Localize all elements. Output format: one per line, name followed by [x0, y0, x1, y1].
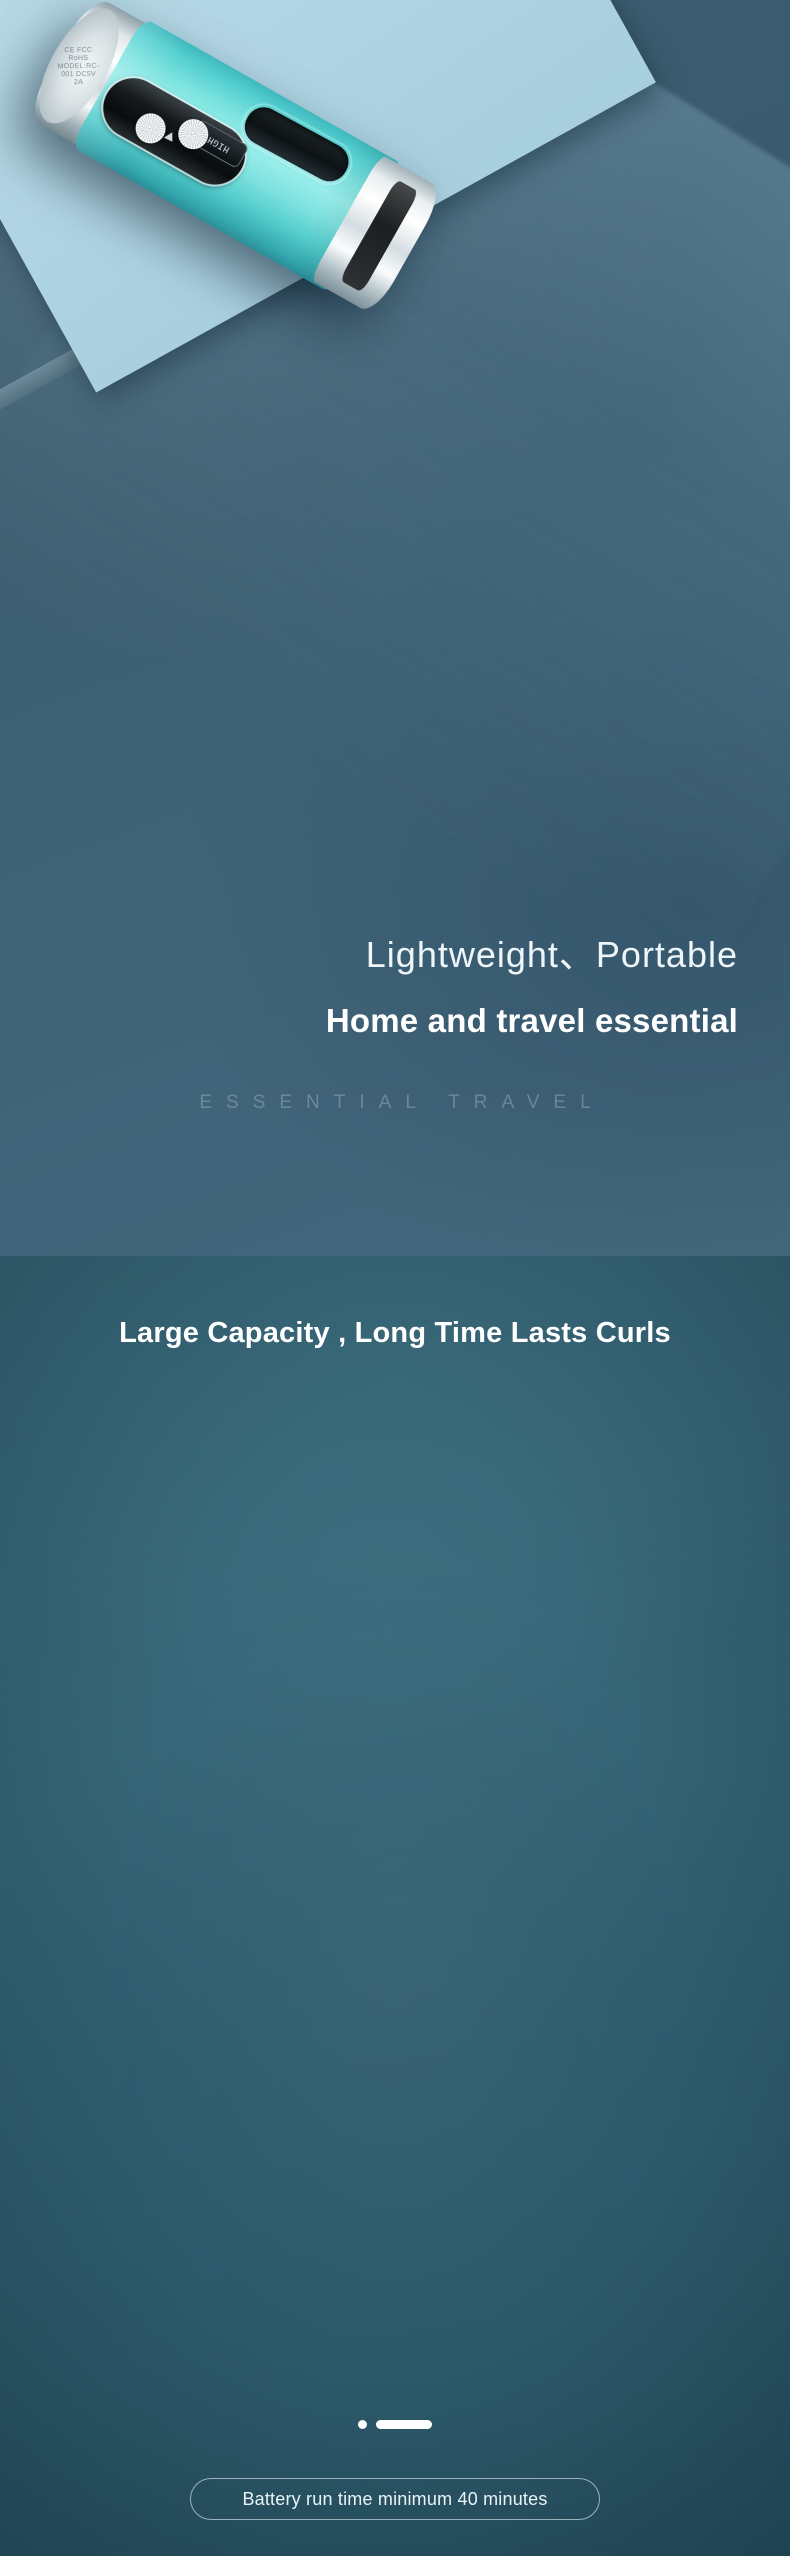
panel2-vignette-decor	[0, 1256, 790, 2556]
product-detail-page: CE FCC RoHS MODEL:RC-001 DC5V 2A HIGH Li…	[0, 0, 790, 2556]
hero-panel: CE FCC RoHS MODEL:RC-001 DC5V 2A HIGH Li…	[0, 0, 790, 1256]
dot-bar-divider	[0, 2420, 790, 2429]
device-base-print: CE FCC RoHS MODEL:RC-001 DC5V 2A	[57, 46, 100, 87]
battery-panel: Large Capacity , Long Time Lasts Curls B…	[0, 1256, 790, 2556]
hero-text-block: Lightweight、Portable Home and travel ess…	[0, 935, 790, 1114]
battery-heading: Large Capacity , Long Time Lasts Curls	[119, 1317, 671, 1349]
divider-dot	[358, 2420, 367, 2429]
battery-runtime-label: Battery run time minimum 40 minutes	[242, 2488, 548, 2509]
battery-runtime-badge: Battery run time minimum 40 minutes	[190, 2478, 600, 2520]
device-led-text: HIGH	[205, 133, 232, 155]
divider-bar	[376, 2420, 432, 2429]
hero-headline-bold: Home and travel essential	[325, 1001, 738, 1039]
hero-headline-light: Lightweight、Portable	[365, 934, 738, 975]
hero-watermark-text: ESSENTIAL TRAVEL	[199, 1091, 605, 1113]
